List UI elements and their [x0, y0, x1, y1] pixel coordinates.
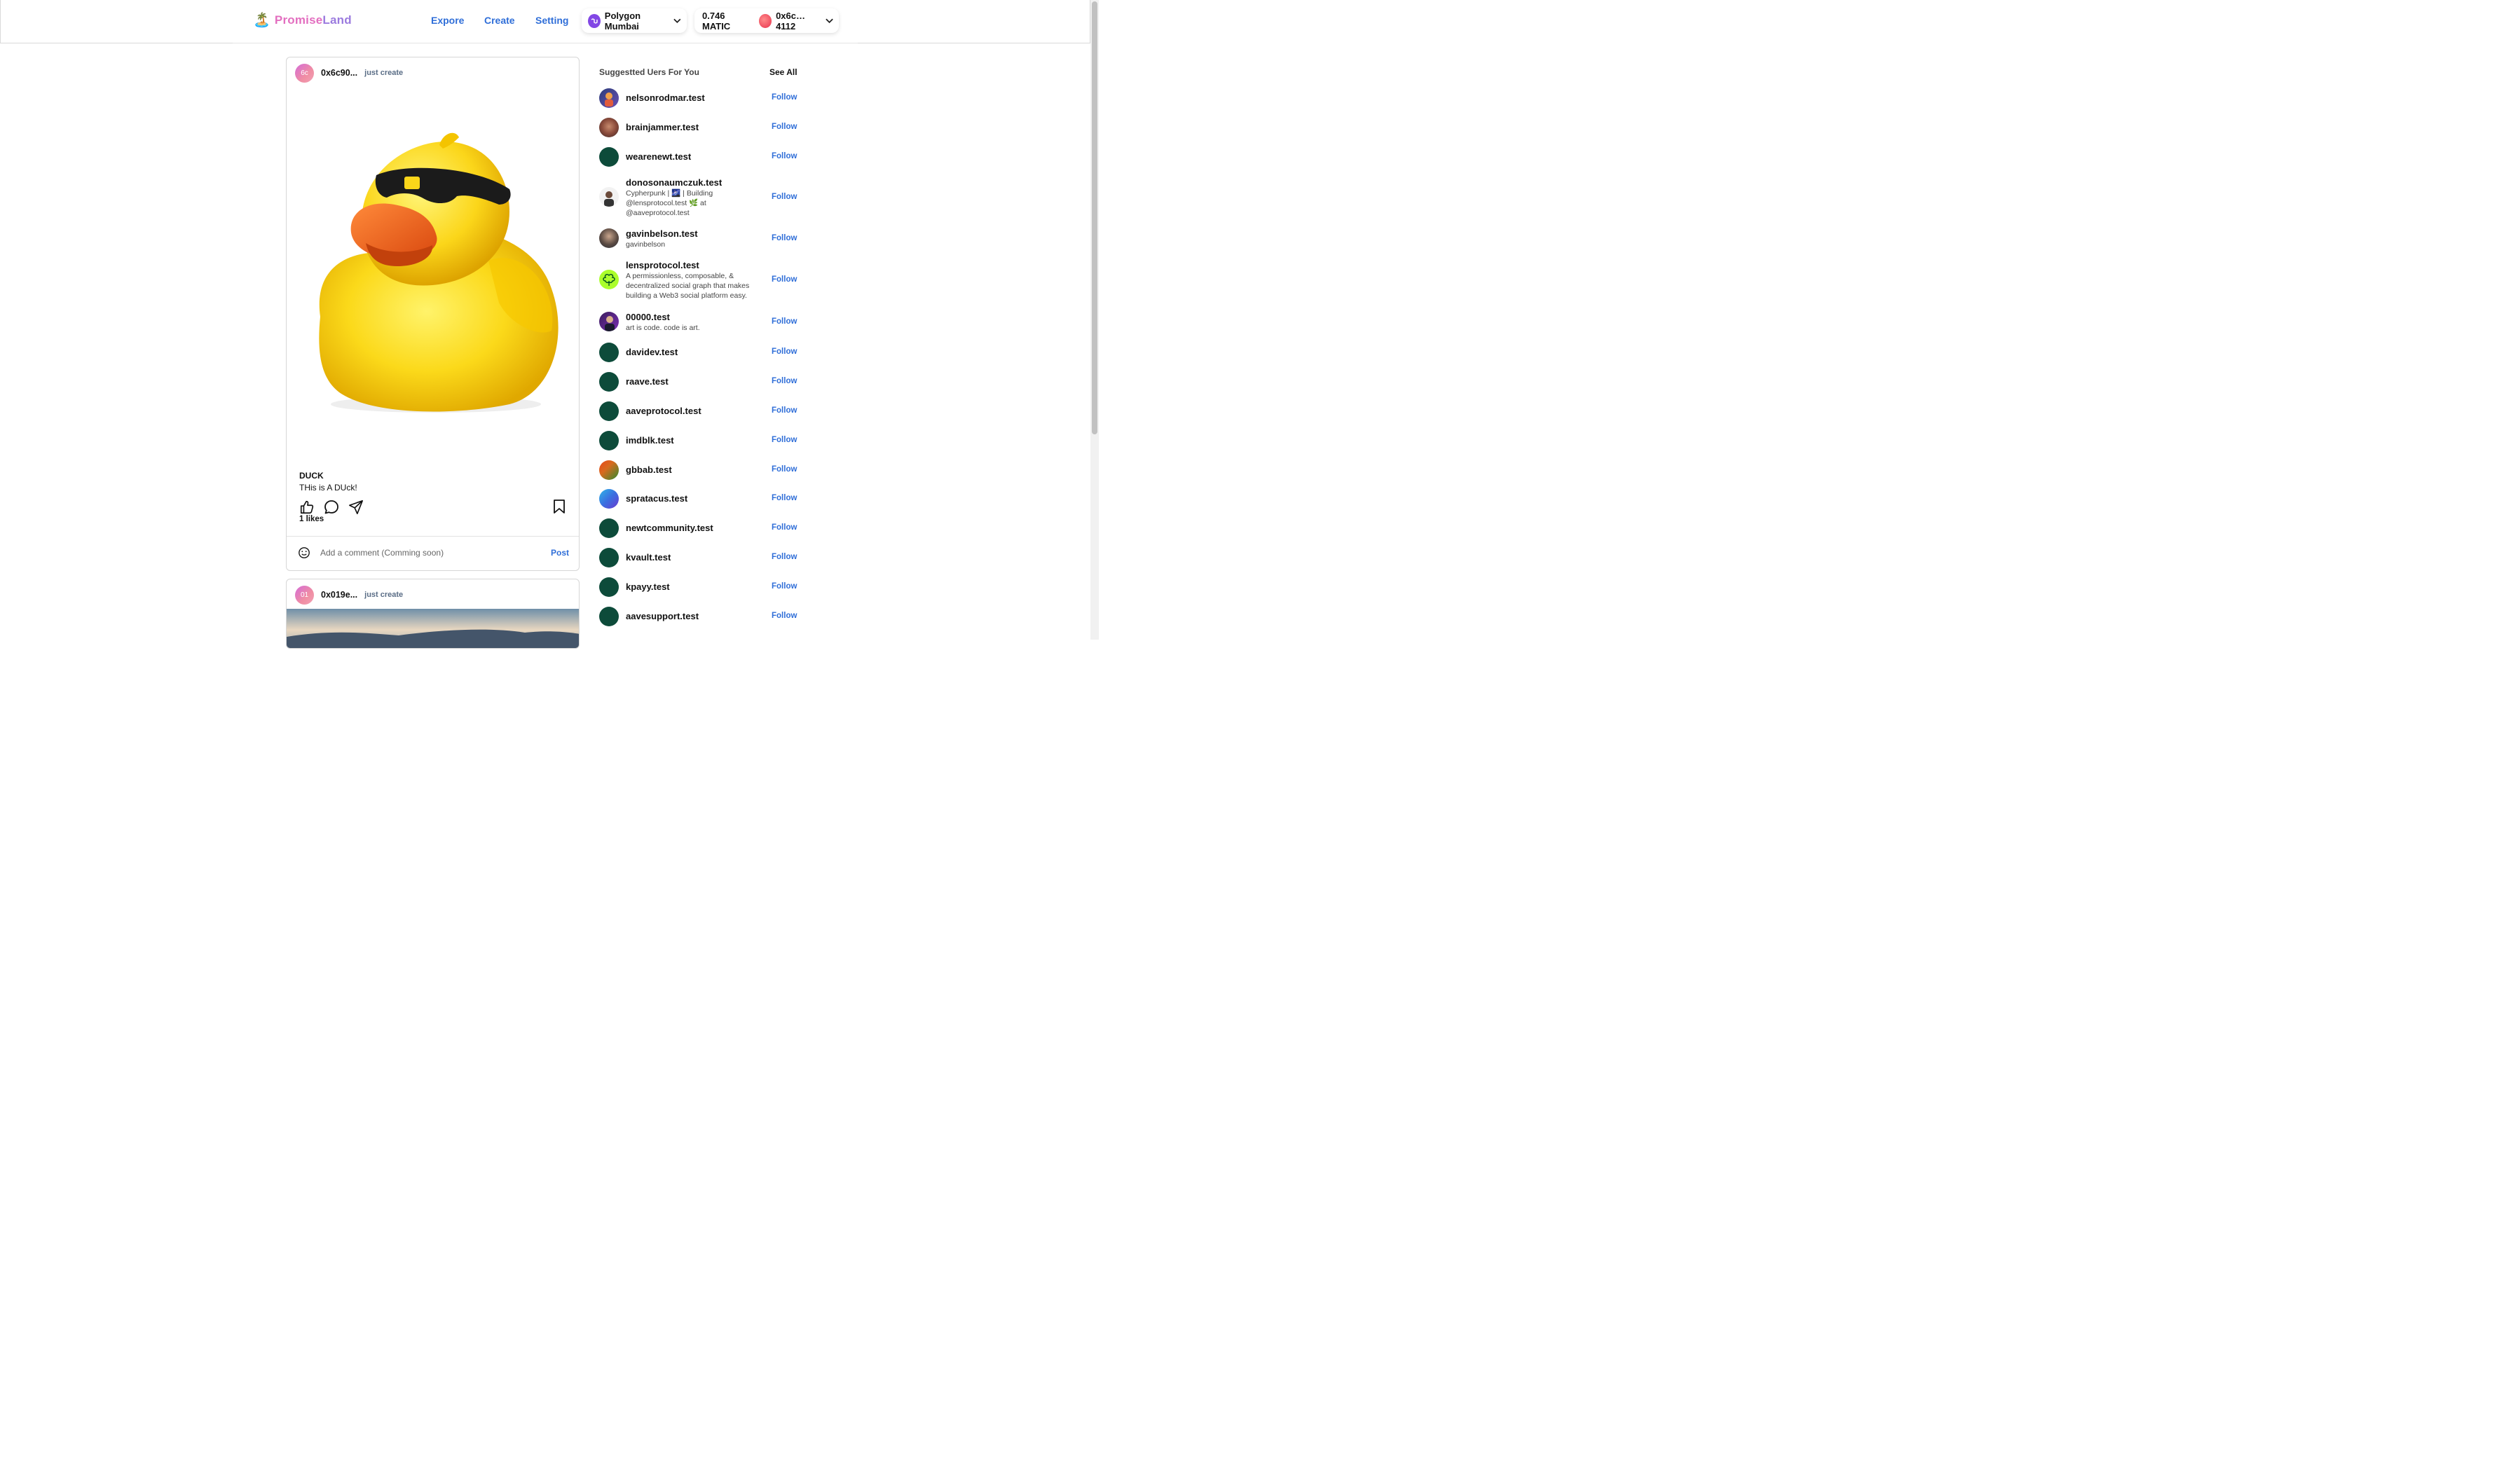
avatar[interactable]	[599, 548, 619, 567]
post-image	[287, 609, 579, 648]
follow-button[interactable]: Follow	[772, 494, 797, 502]
balance-display: 0.746 MATIC	[702, 10, 731, 32]
follow-button[interactable]: Follow	[772, 436, 797, 444]
avatar[interactable]	[599, 518, 619, 538]
scrollbar-thumb[interactable]	[1092, 1, 1097, 434]
logo[interactable]: 🏝️ PromiseLand	[253, 11, 352, 29]
avatar[interactable]	[599, 401, 619, 421]
follow-button[interactable]: Follow	[772, 317, 797, 326]
post-title: DUCK	[299, 471, 324, 481]
user-name[interactable]: newtcommunity.test	[626, 523, 713, 533]
avatar[interactable]	[599, 118, 619, 137]
avatar[interactable]	[599, 270, 619, 289]
follow-button[interactable]: Follow	[772, 275, 797, 284]
like-count: 1 likes	[299, 515, 324, 523]
like-icon[interactable]	[299, 500, 315, 515]
post-header: 01 0x019e... just create	[295, 585, 403, 605]
emoji-icon[interactable]	[298, 546, 310, 559]
account-avatar	[758, 13, 772, 28]
network-selector[interactable]: Polygon Mumbai	[582, 8, 687, 33]
avatar[interactable]	[599, 460, 619, 480]
user-name[interactable]: wearenewt.test	[626, 151, 691, 162]
follow-button[interactable]: Follow	[772, 93, 797, 102]
account-address: 0x6c…4112	[776, 10, 805, 32]
follow-button[interactable]: Follow	[772, 553, 797, 561]
avatar[interactable]	[599, 577, 619, 597]
follow-button[interactable]: Follow	[772, 347, 797, 356]
see-all-link[interactable]: See All	[769, 67, 797, 77]
follow-button[interactable]: Follow	[772, 612, 797, 620]
follow-button[interactable]: Follow	[772, 123, 797, 131]
avatar[interactable]	[599, 431, 619, 450]
follow-button[interactable]: Follow	[772, 465, 797, 474]
post-image	[319, 132, 559, 413]
polygon-icon	[588, 13, 601, 28]
post-header: 6c 0x6c90... just create	[295, 63, 403, 83]
user-bio: Cypherpunk | 🌌 | Building @lensprotocol.…	[626, 189, 713, 217]
post-author[interactable]: 0x019e...	[321, 590, 357, 600]
chevron-down-icon	[826, 18, 833, 23]
avatar[interactable]	[599, 312, 619, 331]
chevron-down-icon	[673, 18, 681, 23]
bookmark-icon[interactable]	[552, 499, 566, 514]
user-bio: gavinbelson	[626, 240, 666, 249]
user-name[interactable]: gbbab.test	[626, 464, 672, 475]
palm-island-icon: 🏝️	[253, 13, 271, 28]
user-name[interactable]: gavinbelson.test	[626, 228, 698, 239]
avatar[interactable]	[599, 489, 619, 509]
avatar[interactable]	[599, 187, 619, 207]
post-card: 6c 0x6c90... just create DUCK THis is A …	[286, 57, 580, 571]
user-name[interactable]: 00000.test	[626, 312, 670, 322]
comment-input[interactable]: Add a comment (Comming soon)	[320, 548, 551, 558]
user-name[interactable]: spratacus.test	[626, 493, 687, 504]
follow-button[interactable]: Follow	[772, 152, 797, 160]
post-description: THis is A DUck!	[299, 483, 357, 493]
user-name[interactable]: imdblk.test	[626, 435, 674, 446]
comment-icon[interactable]	[323, 499, 340, 516]
user-name[interactable]: aaveprotocol.test	[626, 406, 701, 416]
post-author[interactable]: 0x6c90...	[321, 68, 357, 78]
user-bio: A permissionless, composable, & decentra…	[626, 272, 750, 300]
suggestions-heading: Suggestted Uers For You	[599, 67, 699, 77]
user-name[interactable]: aavesupport.test	[626, 611, 699, 621]
divider	[287, 536, 579, 537]
avatar[interactable]	[599, 88, 619, 108]
user-name[interactable]: lensprotocol.test	[626, 260, 699, 270]
network-name: Polygon Mumbai	[604, 10, 641, 32]
user-name[interactable]: kvault.test	[626, 552, 671, 563]
brand-name: PromiseLand	[274, 13, 352, 27]
avatar[interactable]: 01	[295, 585, 314, 605]
scrollbar[interactable]	[1090, 0, 1099, 640]
user-name[interactable]: nelsonrodmar.test	[626, 92, 705, 103]
avatar[interactable]	[599, 343, 619, 362]
post-actions	[299, 499, 364, 516]
nav-setting[interactable]: Setting	[535, 15, 568, 26]
share-icon[interactable]	[348, 500, 364, 515]
avatar[interactable]: 6c	[295, 63, 314, 83]
follow-button[interactable]: Follow	[772, 377, 797, 385]
follow-button[interactable]: Follow	[772, 193, 797, 201]
user-name[interactable]: donosonaumczuk.test	[626, 177, 722, 188]
user-bio: art is code. code is art.	[626, 324, 700, 332]
follow-button[interactable]: Follow	[772, 582, 797, 591]
avatar[interactable]	[599, 228, 619, 248]
user-name[interactable]: kpayy.test	[626, 581, 670, 592]
avatar[interactable]	[599, 607, 619, 626]
follow-button[interactable]: Follow	[772, 234, 797, 242]
post-time: just create	[364, 591, 404, 599]
avatar[interactable]	[599, 147, 619, 167]
follow-button[interactable]: Follow	[772, 523, 797, 532]
user-name[interactable]: brainjammer.test	[626, 122, 699, 132]
wallet-account[interactable]: 0.746 MATIC 0x6c…4112	[694, 8, 839, 33]
post-card: 01 0x019e... just create	[286, 579, 580, 649]
comment-row: Add a comment (Comming soon) Post	[298, 546, 569, 559]
nav-create[interactable]: Create	[484, 15, 515, 26]
user-name[interactable]: raave.test	[626, 376, 669, 387]
nav-explore[interactable]: Expore	[431, 15, 464, 26]
avatar[interactable]	[599, 372, 619, 392]
post-time: just create	[364, 69, 404, 77]
follow-button[interactable]: Follow	[772, 406, 797, 415]
post-comment-button[interactable]: Post	[551, 548, 569, 558]
user-name[interactable]: davidev.test	[626, 347, 678, 357]
